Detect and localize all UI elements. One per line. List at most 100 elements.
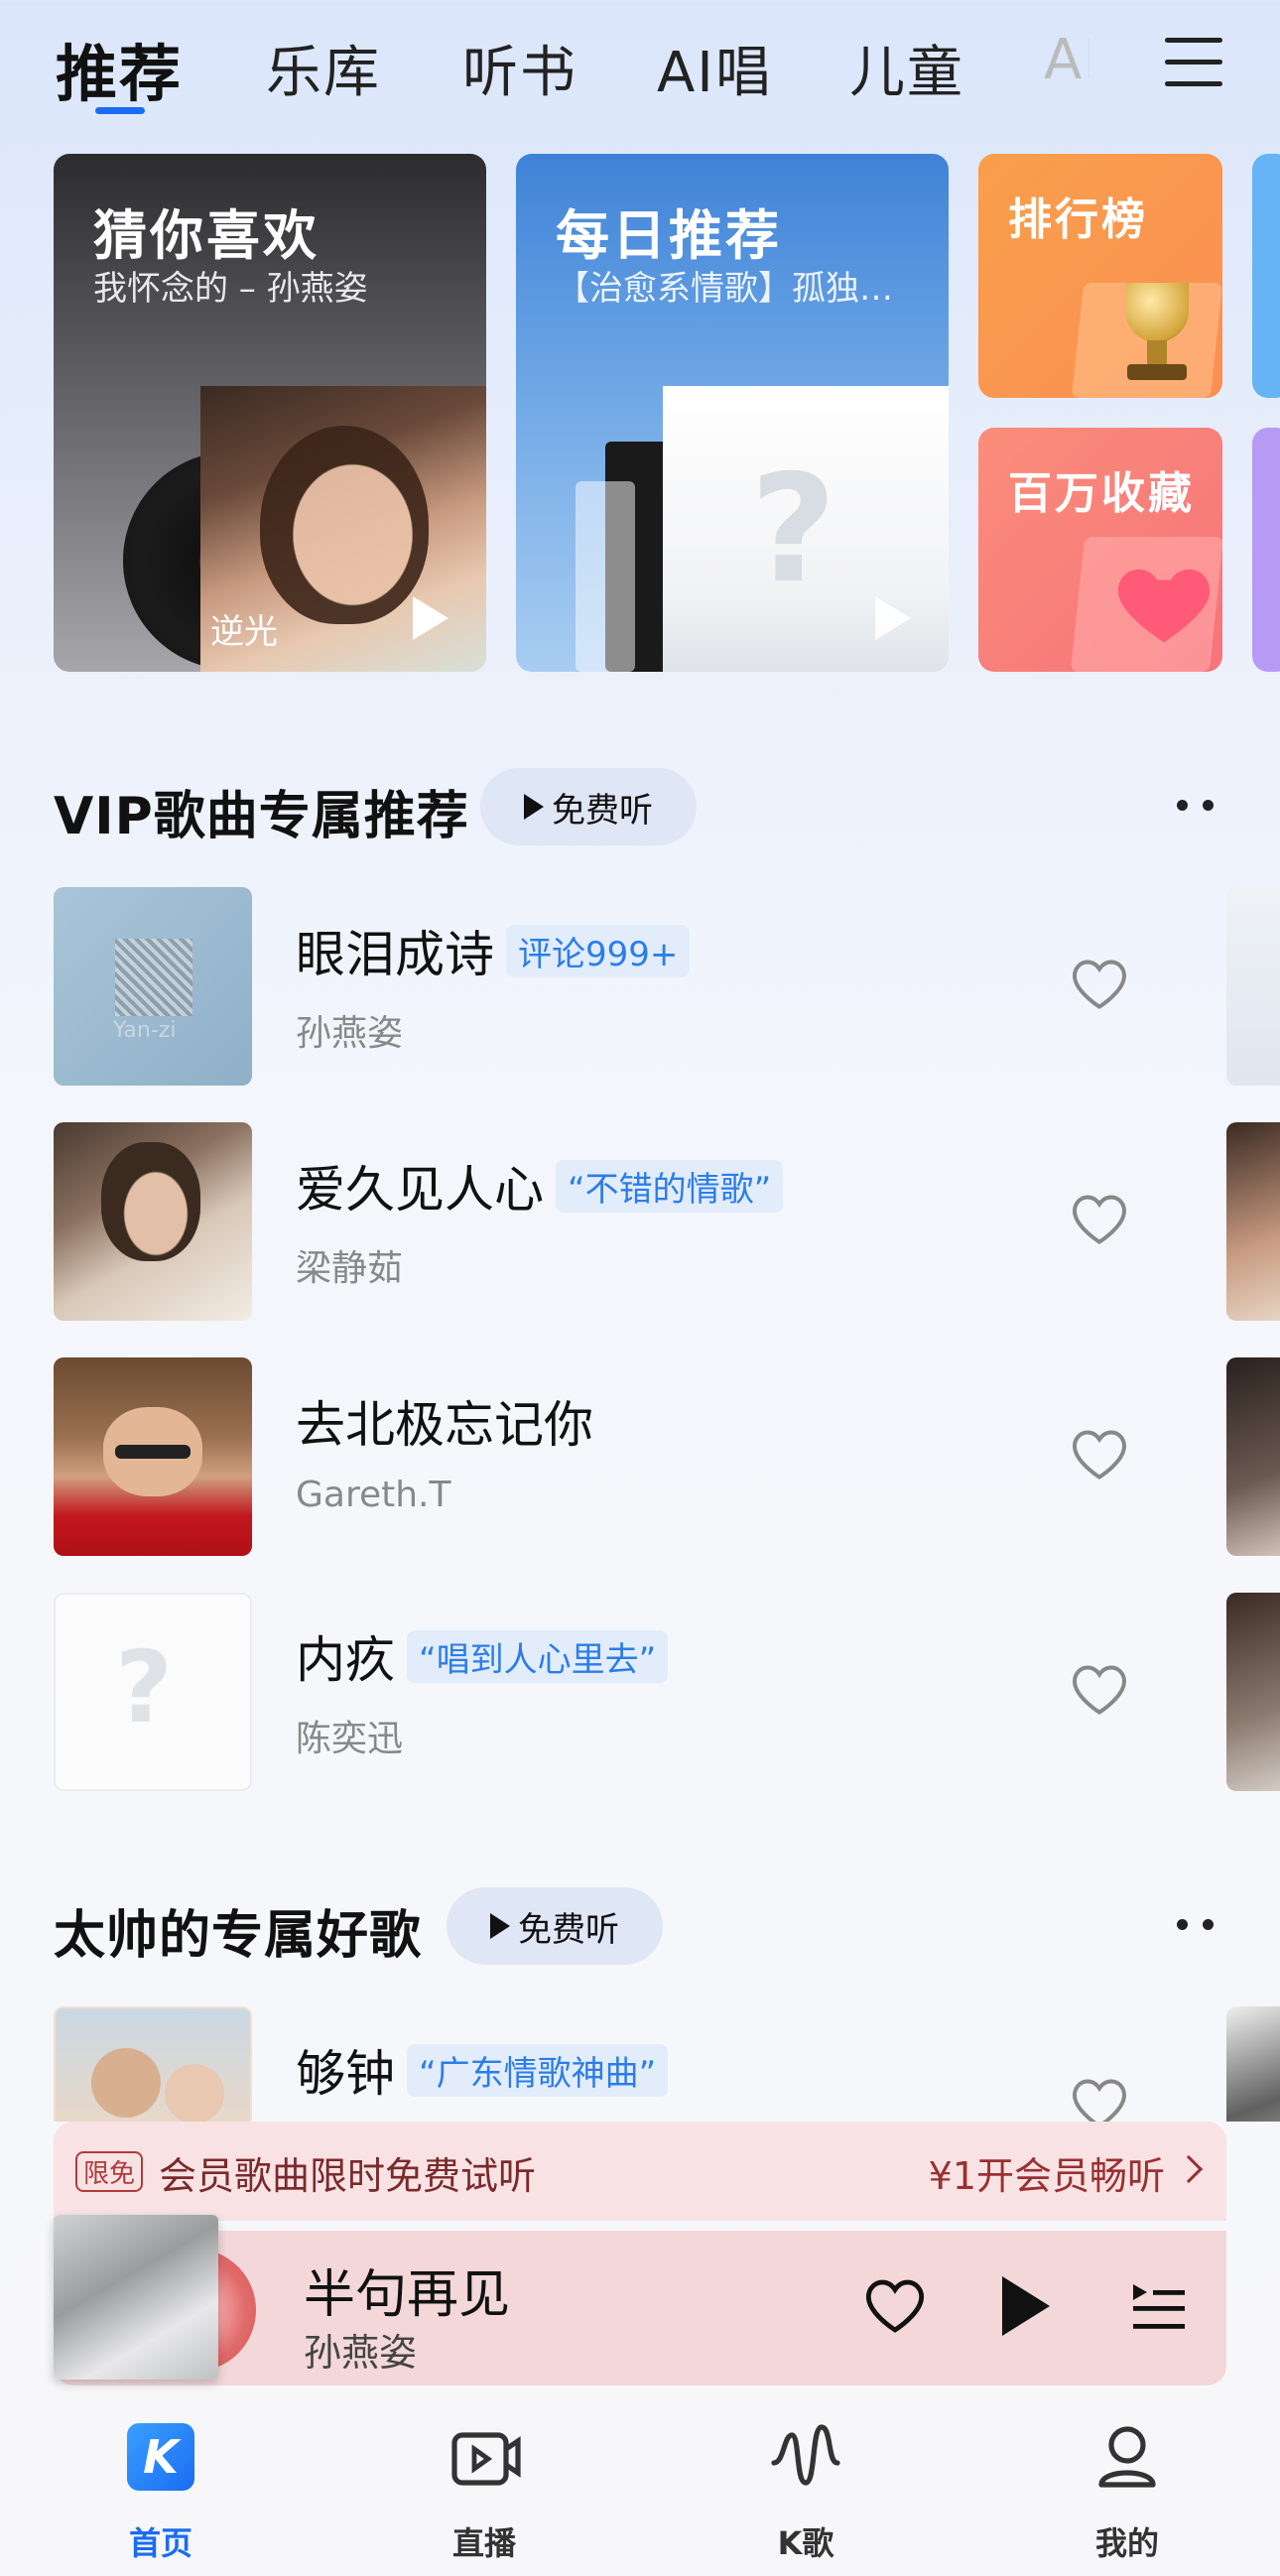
trophy-base bbox=[1127, 364, 1187, 380]
nav-mine[interactable]: 我的 bbox=[1028, 2401, 1226, 2576]
card-million-favorites[interactable]: 百万收藏 bbox=[978, 428, 1222, 672]
free-listen-label: 免费听 bbox=[552, 790, 653, 831]
card-title: 百万收藏 bbox=[1008, 468, 1195, 519]
song-cover: Yan-zi bbox=[54, 887, 252, 1086]
song-row[interactable]: ? 内疚 “唱到人心里去” 陈奕迅 bbox=[0, 1593, 1280, 1791]
play-icon bbox=[490, 1913, 510, 1939]
tab-music-library[interactable]: 乐库 bbox=[266, 28, 381, 108]
question-mark-icon: ? bbox=[115, 1629, 174, 1745]
song-artist: 陈奕迅 bbox=[296, 1719, 404, 1759]
heart-icon[interactable] bbox=[1070, 1427, 1129, 1482]
promo-cta[interactable]: ¥1开会员畅听 bbox=[929, 2145, 1165, 2200]
stacked-cover-back bbox=[576, 481, 635, 672]
card-peek-blue[interactable] bbox=[1252, 154, 1280, 398]
tab-audiobooks[interactable]: 听书 bbox=[462, 28, 577, 108]
free-listen-button[interactable]: 免费听 bbox=[480, 768, 697, 845]
play-icon bbox=[524, 794, 544, 820]
song-artist: 梁静茹 bbox=[296, 1248, 404, 1289]
heart-icon[interactable] bbox=[863, 2276, 927, 2336]
card-title: 每日推荐 bbox=[556, 204, 782, 267]
song-cover-peek[interactable] bbox=[1226, 1122, 1280, 1321]
song-title-text: 眼泪成诗 bbox=[296, 926, 494, 983]
card-peek-purple[interactable] bbox=[1252, 428, 1280, 672]
card-title: 排行榜 bbox=[1008, 194, 1148, 245]
live-video-icon bbox=[448, 2423, 524, 2491]
question-mark-icon: ? bbox=[750, 444, 837, 616]
song-title: 内疚 “唱到人心里去” bbox=[296, 1620, 669, 1692]
heart-3d-icon bbox=[1109, 547, 1218, 656]
song-tag: “广东情歌神曲” bbox=[407, 2043, 669, 2097]
song-row[interactable]: 去北极忘记你 Gareth.T bbox=[0, 1357, 1280, 1556]
card-subtitle: 我怀念的 – 孙燕姿 bbox=[93, 269, 368, 309]
song-row[interactable]: Yan-zi 眼泪成诗 评论999+ 孙燕姿 bbox=[0, 887, 1280, 1086]
song-title-text: 去北极忘记你 bbox=[296, 1396, 593, 1454]
song-cover bbox=[54, 2006, 252, 2122]
album-cover-text: 逆光 bbox=[210, 612, 278, 652]
playlist-icon[interactable] bbox=[1129, 2278, 1189, 2334]
song-cover: ? bbox=[54, 1593, 252, 1791]
free-listen-label: 免费听 bbox=[518, 1909, 619, 1950]
song-artist: 孙燕姿 bbox=[296, 1013, 404, 1054]
play-icon[interactable] bbox=[875, 596, 911, 640]
now-playing-cover[interactable] bbox=[54, 2215, 218, 2380]
limited-free-badge: 限免 bbox=[75, 2151, 144, 2192]
menu-icon[interactable] bbox=[1165, 38, 1222, 87]
card-title: 猜你喜欢 bbox=[93, 204, 320, 267]
vip-promo-banner[interactable]: 限免 会员歌曲限时免费试听 ¥1开会员畅听 bbox=[54, 2122, 1226, 2221]
k-logo-icon: K bbox=[127, 2423, 194, 2491]
promo-text: 会员歌曲限时免费试听 bbox=[159, 2154, 537, 2198]
now-playing-artist: 孙燕姿 bbox=[304, 2331, 418, 2375]
now-playing-title: 半句再见 bbox=[304, 2265, 511, 2325]
nav-live[interactable]: 直播 bbox=[385, 2401, 583, 2576]
song-cover bbox=[54, 1122, 252, 1321]
nav-label: 首页 bbox=[128, 2524, 192, 2562]
tab-ai-partial[interactable]: AI bbox=[1044, 28, 1089, 92]
song-title-text: 爱久见人心 bbox=[296, 1161, 544, 1219]
card-rankings[interactable]: 排行榜 bbox=[978, 154, 1222, 398]
play-icon[interactable] bbox=[1002, 2276, 1050, 2336]
song-row[interactable]: 够钟 “广东情歌神曲” bbox=[0, 2006, 1280, 2122]
song-tag: “唱到人心里去” bbox=[407, 1629, 669, 1683]
song-row[interactable]: 爱久见人心 “不错的情歌” 梁静茹 bbox=[0, 1122, 1280, 1321]
song-title: 够钟 “广东情歌神曲” bbox=[296, 2034, 669, 2106]
nav-ksong[interactable]: K歌 bbox=[706, 2401, 905, 2576]
card-subtitle: 【治愈系情歌】孤独… bbox=[556, 269, 893, 309]
bottom-nav: K 首页 直播 K歌 我的 bbox=[0, 2401, 1280, 2576]
nav-label: 我的 bbox=[1094, 2524, 1159, 2562]
tab-kids[interactable]: 儿童 bbox=[849, 28, 964, 108]
heart-icon[interactable] bbox=[1070, 957, 1129, 1012]
profile-icon bbox=[1093, 2421, 1161, 2493]
nav-label: K歌 bbox=[777, 2524, 834, 2562]
card-daily-recommend[interactable]: 每日推荐 【治愈系情歌】孤独… ? bbox=[516, 154, 949, 672]
section-title-taishuai: 太帅的专属好歌 bbox=[54, 1906, 423, 1966]
active-tab-indicator bbox=[95, 107, 145, 114]
card-guess-you-like[interactable]: 猜你喜欢 我怀念的 – 孙燕姿 逆光 bbox=[54, 154, 486, 672]
nav-home[interactable]: K 首页 bbox=[62, 2401, 260, 2576]
play-icon[interactable] bbox=[413, 596, 448, 640]
heart-icon[interactable] bbox=[1070, 1192, 1129, 1247]
song-title-text: 够钟 bbox=[296, 2045, 395, 2103]
song-cover-peek[interactable] bbox=[1226, 1593, 1280, 1791]
song-tag: 评论999+ bbox=[506, 924, 691, 977]
heart-icon[interactable] bbox=[1070, 2076, 1129, 2122]
more-icon[interactable] bbox=[1177, 800, 1224, 814]
song-cover-peek[interactable] bbox=[1226, 2006, 1280, 2122]
song-title: 去北极忘记你 bbox=[296, 1385, 593, 1457]
song-title: 爱久见人心 “不错的情歌” bbox=[296, 1150, 784, 1222]
section-title-vip: VIP歌曲专属推荐 bbox=[54, 787, 469, 846]
mic-wave-icon bbox=[768, 2419, 843, 2495]
song-cover-peek[interactable] bbox=[1226, 887, 1280, 1086]
heart-icon[interactable] bbox=[1070, 1662, 1129, 1718]
song-cover bbox=[54, 1357, 252, 1556]
chevron-right-icon bbox=[1174, 2154, 1204, 2184]
trophy-stem bbox=[1147, 340, 1167, 366]
top-nav: 推荐 乐库 听书 AI唱 儿童 AI bbox=[0, 0, 1280, 129]
more-icon[interactable] bbox=[1177, 1919, 1224, 1933]
free-listen-button[interactable]: 免费听 bbox=[447, 1887, 663, 1965]
nav-label: 直播 bbox=[451, 2524, 516, 2562]
song-cover-peek[interactable] bbox=[1226, 1357, 1280, 1556]
tab-ai-sing[interactable]: AI唱 bbox=[657, 28, 773, 108]
tab-recommend[interactable]: 推荐 bbox=[56, 24, 183, 113]
song-artist: Gareth.T bbox=[296, 1475, 451, 1515]
mini-player[interactable]: 半句再见 孙燕姿 bbox=[54, 2215, 1226, 2385]
